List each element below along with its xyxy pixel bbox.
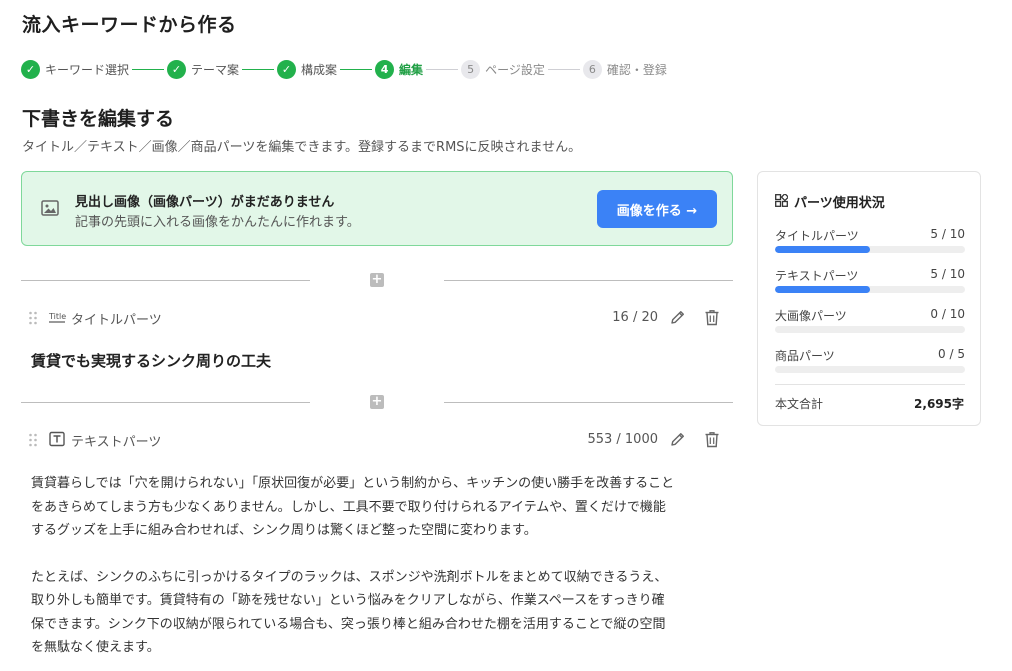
insert-divider: + — [21, 394, 733, 410]
usage-label: テキストパーツ — [775, 269, 859, 283]
drag-handle-icon[interactable] — [28, 433, 38, 447]
step-number: 4 — [375, 60, 395, 79]
usage-bar — [775, 366, 965, 373]
usage-bar-fill — [775, 246, 870, 253]
char-count: 553 / 1000 — [587, 432, 658, 447]
step-theme[interactable]: ✓ テーマ案 — [167, 60, 239, 79]
title-part-header: Title タイトルパーツ 16 / 20 — [28, 307, 728, 329]
step-connector — [132, 69, 165, 70]
step-label: ページ設定 — [485, 63, 545, 77]
usage-value: 5 / 10 — [930, 227, 965, 241]
total-label: 本文合計 — [775, 397, 824, 411]
char-count: 16 / 20 — [612, 310, 658, 325]
step-connector — [340, 69, 373, 70]
parts-usage-panel: パーツ使用状況 タイトルパーツ 5 / 10 テキストパーツ 5 / 10 大画… — [757, 171, 981, 426]
divider-line — [444, 280, 733, 281]
usage-bar — [775, 326, 965, 333]
step-number: 6 — [582, 60, 602, 79]
check-icon: ✓ — [167, 60, 187, 79]
step-label: キーワード選択 — [45, 63, 130, 77]
banner-title: 見出し画像（画像パーツ）がまだありません — [75, 195, 335, 210]
check-icon: ✓ — [277, 60, 297, 79]
svg-text:Title: Title — [48, 312, 66, 321]
step-connector — [426, 69, 459, 70]
panel-title: パーツ使用状況 — [794, 196, 885, 211]
title-icon: Title — [48, 312, 66, 323]
usage-label: 大画像パーツ — [775, 309, 847, 323]
trash-icon[interactable] — [704, 309, 720, 326]
add-part-button[interactable]: + — [370, 273, 384, 287]
part-label: タイトルパーツ — [71, 313, 162, 328]
step-structure[interactable]: ✓ 構成案 — [277, 60, 337, 79]
step-page-settings: 5 ページ設定 — [461, 60, 545, 79]
step-label: 確認・登録 — [606, 63, 667, 77]
create-image-button[interactable]: 画像を作る → — [597, 190, 717, 228]
section-title: 下書きを編集する — [22, 108, 175, 130]
step-label: テーマ案 — [191, 63, 240, 77]
step-label: 構成案 — [301, 63, 338, 77]
text-part-header: テキストパーツ 553 / 1000 — [28, 429, 728, 451]
pencil-icon[interactable] — [670, 309, 686, 325]
missing-image-banner: 見出し画像（画像パーツ）がまだありません 記事の先頭に入れる画像をかんたんに作れ… — [21, 171, 733, 246]
divider-line — [21, 280, 310, 281]
text-paragraph: 賃貸暮らしでは「穴を開けられない」「原状回復が必要」という制約から、キッチンの使… — [31, 476, 675, 538]
divider-line — [21, 402, 310, 403]
step-keyword[interactable]: ✓ キーワード選択 — [21, 60, 129, 79]
step-confirm: 6 確認・登録 — [582, 60, 667, 79]
total-value: 2,695字 — [914, 397, 964, 411]
usage-bar — [775, 246, 965, 253]
usage-bar — [775, 286, 965, 293]
grid-icon — [775, 194, 788, 207]
step-label: 編集 — [399, 63, 424, 77]
part-label: テキストパーツ — [71, 435, 162, 450]
insert-divider: + — [21, 272, 733, 288]
pencil-icon[interactable] — [670, 431, 686, 447]
text-icon — [49, 431, 65, 447]
drag-handle-icon[interactable] — [28, 311, 38, 325]
page-title: 流入キーワードから作る — [22, 14, 237, 36]
text-part-content[interactable]: 賃貸暮らしでは「穴を開けられない」「原状回復が必要」という制約から、キッチンの使… — [31, 472, 731, 671]
section-description: タイトル／テキスト／画像／商品パーツを編集できます。登録するまでRMSに反映され… — [22, 140, 582, 155]
banner-subtitle: 記事の先頭に入れる画像をかんたんに作れます。 — [75, 215, 360, 230]
step-connector — [242, 69, 275, 70]
add-part-button[interactable]: + — [370, 395, 384, 409]
step-connector — [547, 69, 580, 70]
title-part-content[interactable]: 賃貸でも実現するシンク周りの工夫 — [31, 350, 271, 371]
check-icon: ✓ — [21, 60, 40, 79]
step-edit: 4 編集 — [375, 60, 423, 79]
text-paragraph: たとえば、シンクのふちに引っかけるタイプのラックは、スポンジや洗剤ボトルをまとめ… — [31, 569, 668, 656]
usage-bar-fill — [775, 286, 870, 293]
trash-icon[interactable] — [704, 431, 720, 448]
usage-value: 0 / 10 — [930, 307, 965, 321]
usage-label: 商品パーツ — [775, 349, 835, 363]
stepper: ✓ キーワード選択 ✓ テーマ案 ✓ 構成案 4 編集 5 ページ設定 6 確認… — [21, 59, 667, 80]
usage-label: タイトルパーツ — [775, 229, 859, 243]
panel-divider — [775, 384, 965, 385]
usage-value: 0 / 5 — [938, 347, 965, 361]
divider-line — [444, 402, 733, 403]
usage-value: 5 / 10 — [930, 267, 965, 281]
step-number: 5 — [461, 60, 481, 79]
image-icon — [41, 200, 59, 216]
